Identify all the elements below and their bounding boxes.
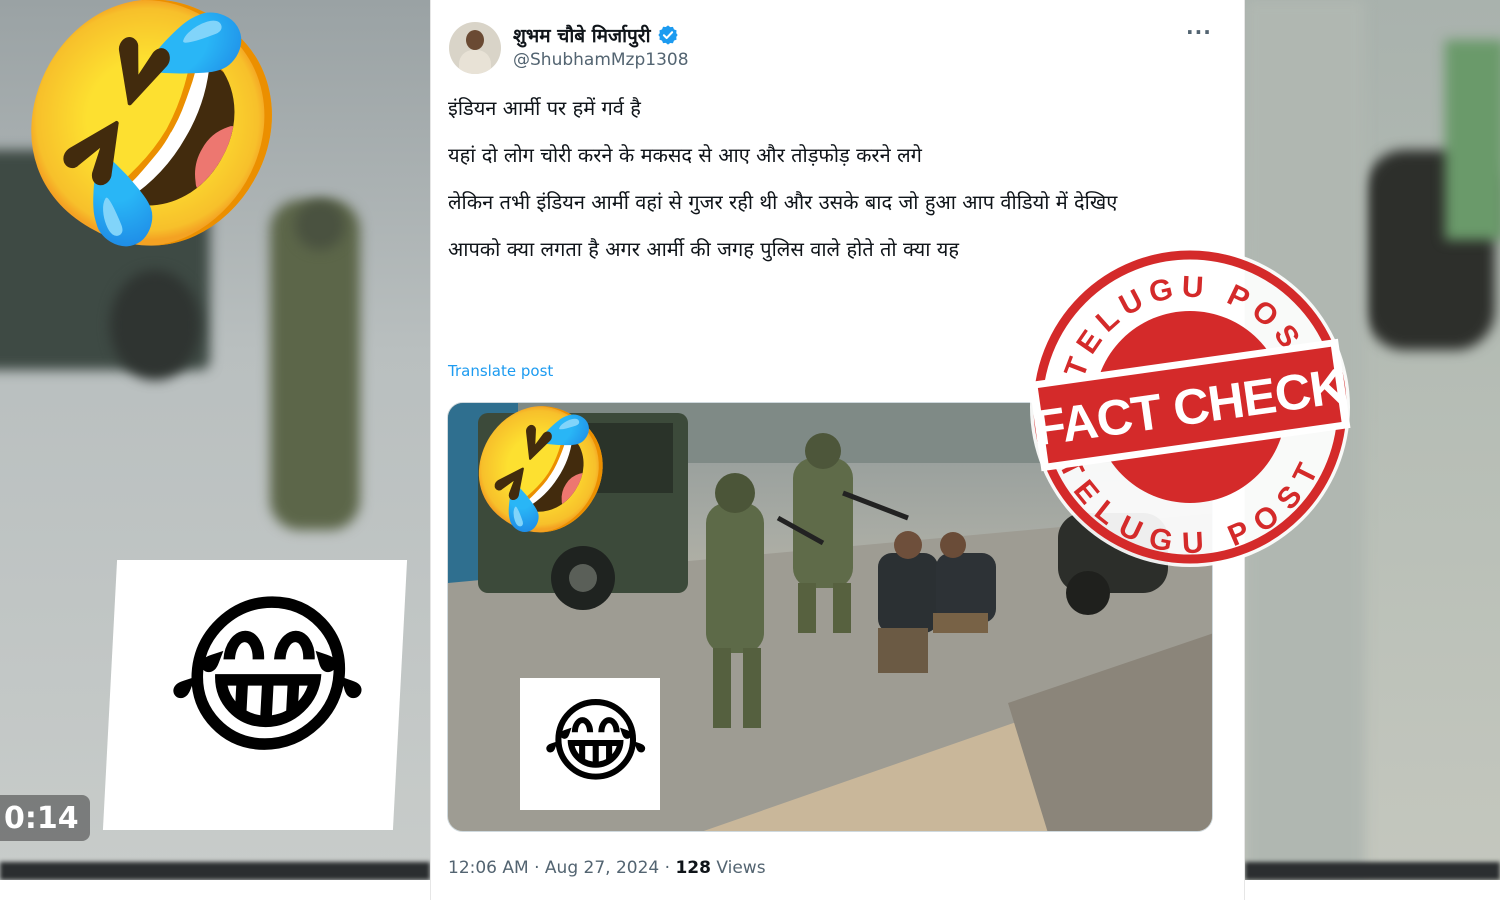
tweet-date[interactable]: Aug 27, 2024 [545, 858, 659, 878]
views-label: Views [716, 858, 766, 878]
meta-separator: · [664, 858, 671, 878]
verified-badge-icon [657, 25, 678, 45]
tweet-paragraph: यहां दो लोग चोरी करने के मकसद से आए और त… [448, 143, 922, 167]
soldier-shape [793, 458, 853, 588]
tweet-meta: 12:06 AM · Aug 27, 2024 · 128 Views [448, 858, 766, 878]
rofl-emoji-icon: 🤣 [455, 402, 628, 553]
author-name[interactable]: शुभम चौबे मिर्जापुरी [513, 22, 679, 48]
avatar-body-shape [459, 50, 491, 74]
person-shape [878, 553, 938, 633]
avatar-head-shape [466, 30, 484, 50]
fact-check-stamp: TELUGU POST TELUGU POST FACT CHECK [1028, 247, 1351, 567]
more-options-icon[interactable]: ··· [1186, 20, 1212, 44]
translate-post-link[interactable]: Translate post [448, 362, 553, 380]
views-count: 128 [675, 858, 711, 878]
tweet-body: इंडियन आर्मी पर हमें गर्व है यहां दो लोग… [448, 94, 1208, 264]
author-name-text: शुभम चौबे मिर्जापुरी [513, 25, 651, 47]
blurred-wheel [110, 270, 200, 380]
meta-separator: · [534, 858, 540, 878]
emoji-card: 😂 [102, 560, 408, 830]
author-handle[interactable]: @ShubhamMzp1308 [513, 50, 689, 70]
person-shape [936, 553, 996, 623]
avatar[interactable] [449, 22, 501, 74]
blurred-video-bar-right [1245, 862, 1500, 880]
video-timestamp: 0:14 [0, 795, 90, 841]
tweet-paragraph: इंडियन आर्मी पर हमें गर्व है [448, 96, 641, 120]
tweet-time[interactable]: 12:06 AM [448, 858, 529, 878]
blurred-green-patch [1445, 40, 1500, 240]
emoji-card: 😂 [520, 678, 660, 810]
tears-of-joy-emoji-icon: 😂 [542, 688, 650, 795]
background-left-panel: 🤣 😂 0:14 [0, 0, 430, 880]
soldier-shape [706, 503, 764, 653]
blurred-video-bar [0, 862, 430, 880]
tweet-paragraph: लेकिन तभी इंडियन आर्मी वहां से गुजर रही … [448, 190, 1118, 214]
tears-of-joy-emoji-icon: 😂 [160, 576, 376, 779]
